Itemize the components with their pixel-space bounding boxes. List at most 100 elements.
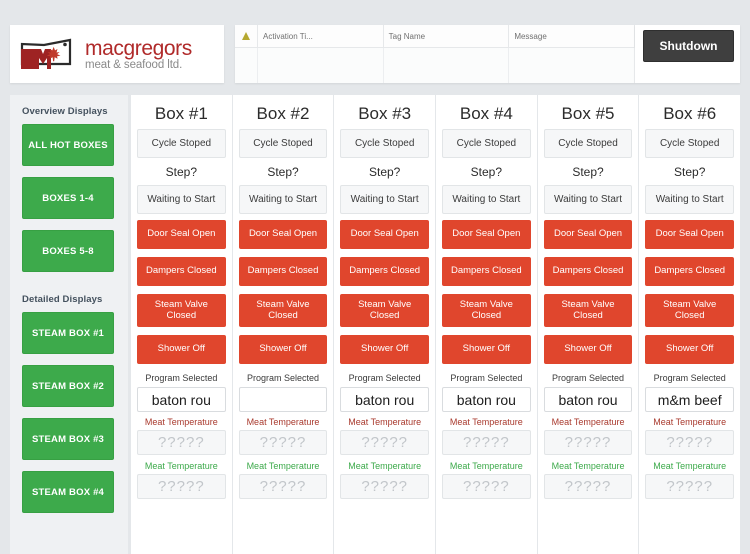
status-button-shower-off[interactable]: Shower Off: [238, 335, 328, 364]
status-button-door-seal-open[interactable]: Door Seal Open: [543, 220, 633, 249]
meat-temperature-field-2[interactable]: ?????: [645, 474, 735, 499]
meat-temperature-field-1[interactable]: ?????: [442, 430, 531, 455]
step-status-field[interactable]: Waiting to Start: [543, 185, 633, 214]
sidebar-item-steam-box-2[interactable]: STEAM BOX #2: [22, 365, 114, 407]
shutdown-button[interactable]: Shutdown: [643, 30, 734, 62]
sidebar-item-boxes-5-8[interactable]: BOXES 5-8: [22, 230, 114, 272]
brand-logo: macgregors meat & seafood ltd.: [18, 33, 192, 75]
brand-logo-panel: macgregors meat & seafood ltd.: [10, 25, 224, 83]
alarm-column-activation-time[interactable]: Activation Ti...: [257, 25, 384, 48]
status-button-shower-off[interactable]: Shower Off: [645, 335, 735, 364]
status-button-shower-off[interactable]: Shower Off: [137, 335, 226, 364]
status-button-shower-off[interactable]: Shower Off: [340, 335, 430, 364]
program-selected-field[interactable]: baton rou: [340, 387, 430, 412]
sidebar-item-steam-box-1[interactable]: STEAM BOX #1: [22, 312, 114, 354]
cycle-status-field[interactable]: Cycle Stoped: [137, 129, 226, 158]
program-selected-label: Program Selected: [653, 373, 726, 383]
status-button-shower-off[interactable]: Shower Off: [442, 335, 531, 364]
status-button-steam-valve-closed[interactable]: Steam Valve Closed: [137, 294, 226, 327]
alarm-cell-message: [508, 47, 635, 83]
step-status-field[interactable]: Waiting to Start: [645, 185, 735, 214]
cycle-status-field[interactable]: Cycle Stoped: [543, 129, 633, 158]
step-label: Step?: [572, 165, 604, 179]
status-button-dampers-closed[interactable]: Dampers Closed: [137, 257, 226, 286]
cycle-status-field[interactable]: Cycle Stoped: [442, 129, 531, 158]
meat-temperature-field-2[interactable]: ?????: [137, 474, 226, 499]
cycle-status-field[interactable]: Cycle Stoped: [645, 129, 735, 158]
status-button-door-seal-open[interactable]: Door Seal Open: [238, 220, 328, 249]
step-status-field[interactable]: Waiting to Start: [238, 185, 328, 214]
alarm-cell-activation-time: [257, 47, 384, 83]
alarm-table-empty-row: [235, 47, 635, 83]
meat-temperature-label-2: Meat Temperature: [144, 461, 218, 471]
status-button-door-seal-open[interactable]: Door Seal Open: [645, 220, 735, 249]
step-status-field[interactable]: Waiting to Start: [137, 185, 226, 214]
step-label: Step?: [267, 165, 299, 179]
sidebar-item-steam-box-3[interactable]: STEAM BOX #3: [22, 418, 114, 460]
meat-temperature-field-1[interactable]: ?????: [238, 430, 328, 455]
step-label: Step?: [165, 165, 198, 179]
alarm-column-message[interactable]: Message: [508, 25, 635, 48]
meat-temperature-label-2: Meat Temperature: [653, 461, 727, 471]
status-button-dampers-closed[interactable]: Dampers Closed: [543, 257, 633, 286]
program-selected-field[interactable]: baton rou: [442, 387, 531, 412]
meat-temperature-label-1: Meat Temperature: [144, 417, 218, 427]
warning-triangle-icon: [242, 32, 250, 40]
program-selected-field[interactable]: baton rou: [137, 387, 226, 412]
status-button-door-seal-open[interactable]: Door Seal Open: [340, 220, 430, 249]
sidebar-heading-detailed: Detailed Displays: [22, 294, 103, 305]
hot-box-grid: Box #1 Cycle Stoped Step? Waiting to Start D…: [131, 95, 741, 554]
alarm-column-tag-name[interactable]: Tag Name: [383, 25, 510, 48]
status-button-steam-valve-closed[interactable]: Steam Valve Closed: [543, 294, 633, 327]
status-button-steam-valve-closed[interactable]: Steam Valve Closed: [238, 294, 328, 327]
box-title: Box #6: [663, 104, 717, 123]
meat-temperature-field-2[interactable]: ?????: [543, 474, 633, 499]
alarm-table: Activation Ti... Tag Name Message: [235, 25, 635, 83]
program-selected-label: Program Selected: [552, 373, 625, 383]
box-title: Box #4: [459, 104, 513, 123]
meat-temperature-field-2[interactable]: ?????: [442, 474, 531, 499]
brand-wordmark: macgregors meat & seafood ltd.: [85, 36, 192, 72]
status-button-door-seal-open[interactable]: Door Seal Open: [137, 220, 226, 249]
box-title: Box #1: [154, 104, 208, 123]
sidebar-heading-overview: Overview Displays: [22, 106, 108, 117]
meat-temperature-label-2: Meat Temperature: [551, 461, 625, 471]
sidebar-item-boxes-1-4[interactable]: BOXES 1-4: [22, 177, 114, 219]
step-status-field[interactable]: Waiting to Start: [442, 185, 531, 214]
status-button-shower-off[interactable]: Shower Off: [543, 335, 633, 364]
meat-temperature-field-1[interactable]: ?????: [543, 430, 633, 455]
program-selected-label: Program Selected: [450, 373, 523, 383]
meat-temperature-field-2[interactable]: ?????: [238, 474, 328, 499]
cycle-status-field[interactable]: Cycle Stoped: [238, 129, 328, 158]
status-button-dampers-closed[interactable]: Dampers Closed: [645, 257, 735, 286]
hot-box-card: Box #3 Cycle Stoped Step? Waiting to Start D…: [334, 95, 436, 554]
macgregors-mark-icon: [18, 33, 80, 75]
status-button-door-seal-open[interactable]: Door Seal Open: [442, 220, 531, 249]
brand-tagline: meat & seafood ltd.: [85, 59, 183, 72]
box-title: Box #2: [256, 104, 310, 123]
program-selected-field[interactable]: [238, 387, 328, 412]
status-button-dampers-closed[interactable]: Dampers Closed: [340, 257, 430, 286]
meat-temperature-label-1: Meat Temperature: [348, 417, 422, 427]
meat-temperature-field-2[interactable]: ?????: [340, 474, 430, 499]
box-title: Box #3: [358, 104, 412, 123]
step-status-field[interactable]: Waiting to Start: [340, 185, 430, 214]
sidebar-item-all-hot-boxes[interactable]: ALL HOT BOXES: [22, 124, 114, 166]
status-button-steam-valve-closed[interactable]: Steam Valve Closed: [340, 294, 430, 327]
status-button-dampers-closed[interactable]: Dampers Closed: [238, 257, 328, 286]
step-label: Step?: [470, 165, 503, 179]
status-button-steam-valve-closed[interactable]: Steam Valve Closed: [645, 294, 735, 327]
hot-box-card: Box #4 Cycle Stoped Step? Waiting to Start D…: [436, 95, 537, 554]
alarm-table-header-row: Activation Ti... Tag Name Message: [235, 25, 635, 48]
meat-temperature-field-1[interactable]: ?????: [137, 430, 226, 455]
sidebar-item-steam-box-4[interactable]: STEAM BOX #4: [22, 471, 114, 513]
program-selected-field[interactable]: baton rou: [543, 387, 633, 412]
meat-temperature-field-1[interactable]: ?????: [645, 430, 735, 455]
cycle-status-field[interactable]: Cycle Stoped: [340, 129, 430, 158]
meat-temperature-field-1[interactable]: ?????: [340, 430, 430, 455]
status-button-dampers-closed[interactable]: Dampers Closed: [442, 257, 531, 286]
program-selected-label: Program Selected: [348, 373, 421, 383]
status-button-steam-valve-closed[interactable]: Steam Valve Closed: [442, 294, 531, 327]
program-selected-field[interactable]: m&m beef: [645, 387, 735, 412]
meat-temperature-label-2: Meat Temperature: [449, 461, 523, 471]
